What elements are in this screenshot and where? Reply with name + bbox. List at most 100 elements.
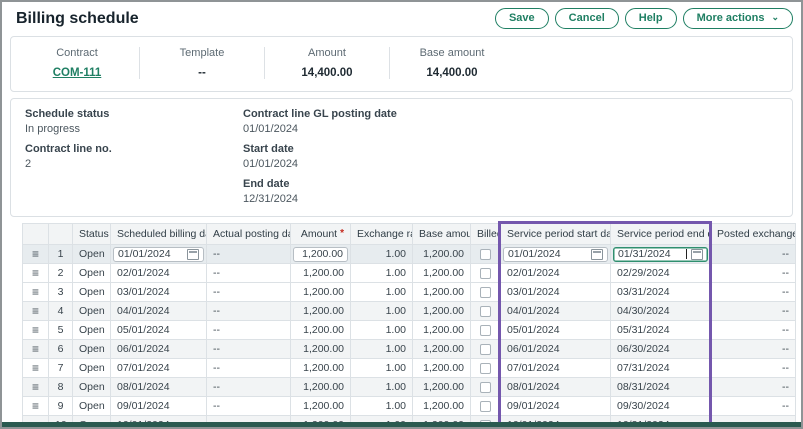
cell-exchange-rate: 1.00 <box>351 283 413 302</box>
template-value: -- <box>146 67 258 79</box>
col-billed: Billed <box>471 224 501 245</box>
cell-status: Open <box>73 245 111 264</box>
col-service-period-end-date: Service period end date <box>611 224 711 245</box>
cell-row-number: 1 <box>49 245 73 264</box>
billed-checkbox[interactable] <box>480 325 491 336</box>
cell-posted-exchange-rate: -- <box>711 245 796 264</box>
cell-billed <box>471 397 501 416</box>
cell-billed <box>471 359 501 378</box>
billed-checkbox[interactable] <box>480 268 491 279</box>
cell-status: Open <box>73 359 111 378</box>
cell-drag-handle: ≡ <box>23 359 49 378</box>
contract-line-no-label: Contract line no. <box>25 143 243 155</box>
cell-drag-handle: ≡ <box>23 397 49 416</box>
summary-contract: Contract COM-111 <box>15 47 139 79</box>
cell-posted-exchange-rate: -- <box>711 378 796 397</box>
drag-handle-icon[interactable]: ≡ <box>32 342 39 356</box>
cancel-button[interactable]: Cancel <box>555 8 619 29</box>
amount-input[interactable]: 1,200.00 <box>293 247 348 262</box>
cell-scheduled-billing-date: 06/01/2024 <box>111 340 207 359</box>
col-exchange-rate: Exchange rate <box>351 224 413 245</box>
drag-handle-icon[interactable]: ≡ <box>32 380 39 394</box>
col-service-period-start-date: Service period start date <box>501 224 611 245</box>
table-row: ≡8Open08/01/2024--1,200.001.001,200.0008… <box>23 378 796 397</box>
cell-service-period-end-date: 09/30/2024 <box>611 397 711 416</box>
billed-checkbox[interactable] <box>480 249 491 260</box>
cell-row-number: 2 <box>49 264 73 283</box>
drag-handle-icon[interactable]: ≡ <box>32 323 39 337</box>
end-date-value: 12/31/2024 <box>243 193 461 205</box>
cell-amount: 1,200.00 <box>291 283 351 302</box>
cell-posted-exchange-rate: -- <box>711 283 796 302</box>
cell-base-amount: 1,200.00 <box>413 397 471 416</box>
base-amount-label: Base amount <box>396 47 508 59</box>
cell-service-period-end-date: 06/30/2024 <box>611 340 711 359</box>
drag-handle-icon[interactable]: ≡ <box>32 361 39 375</box>
cell-service-period-start-date: 07/01/2024 <box>501 359 611 378</box>
cell-exchange-rate: 1.00 <box>351 264 413 283</box>
billed-checkbox[interactable] <box>480 382 491 393</box>
cell-amount: 1,200.00 <box>291 378 351 397</box>
drag-handle-icon[interactable]: ≡ <box>32 247 39 261</box>
drag-handle-icon[interactable]: ≡ <box>32 285 39 299</box>
cell-exchange-rate: 1.00 <box>351 245 413 264</box>
cell-scheduled-billing-date: 05/01/2024 <box>111 321 207 340</box>
cell-actual-posting-date: -- <box>207 359 291 378</box>
cell-exchange-rate: 1.00 <box>351 359 413 378</box>
cell-status: Open <box>73 378 111 397</box>
drag-handle-icon[interactable]: ≡ <box>32 266 39 280</box>
service-period-start-input[interactable]: 01/01/2024 <box>503 247 608 262</box>
cell-base-amount: 1,200.00 <box>413 321 471 340</box>
cell-actual-posting-date: -- <box>207 378 291 397</box>
schedule-details-card: Schedule status In progress Contract lin… <box>10 98 793 217</box>
details-right-column: Contract line GL posting date 01/01/2024… <box>243 108 461 213</box>
cell-exchange-rate: 1.00 <box>351 321 413 340</box>
col-row-number <box>49 224 73 245</box>
more-actions-button[interactable]: More actions⌄ <box>683 8 793 29</box>
cell-scheduled-billing-date: 07/01/2024 <box>111 359 207 378</box>
cell-billed <box>471 340 501 359</box>
page-title: Billing schedule <box>16 10 139 28</box>
cell-scheduled-billing-date: 04/01/2024 <box>111 302 207 321</box>
billed-checkbox[interactable] <box>480 363 491 374</box>
billed-checkbox[interactable] <box>480 401 491 412</box>
calendar-icon[interactable] <box>691 249 703 260</box>
cell-service-period-start-date: 04/01/2024 <box>501 302 611 321</box>
billed-checkbox[interactable] <box>480 306 491 317</box>
cell-scheduled-billing-date: 02/01/2024 <box>111 264 207 283</box>
drag-handle-icon[interactable]: ≡ <box>32 399 39 413</box>
cell-service-period-start-date: 05/01/2024 <box>501 321 611 340</box>
contract-link[interactable]: COM-111 <box>53 67 102 79</box>
cell-drag-handle: ≡ <box>23 321 49 340</box>
footer-bar <box>2 422 801 427</box>
service-period-end-input[interactable]: 01/31/2024 <box>613 247 708 262</box>
col-posted-exchange-rate: Posted exchange rate <box>711 224 796 245</box>
template-label: Template <box>146 47 258 59</box>
cell-base-amount: 1,200.00 <box>413 264 471 283</box>
start-date-value: 01/01/2024 <box>243 158 461 170</box>
calendar-icon[interactable] <box>187 249 199 260</box>
cell-actual-posting-date: -- <box>207 340 291 359</box>
cell-service-period-start-date: 09/01/2024 <box>501 397 611 416</box>
cell-scheduled-billing-date: 09/01/2024 <box>111 397 207 416</box>
summary-base-amount: Base amount 14,400.00 <box>389 47 514 79</box>
scheduled-billing-date-input[interactable]: 01/01/2024 <box>113 247 204 262</box>
table-row: ≡9Open09/01/2024--1,200.001.001,200.0009… <box>23 397 796 416</box>
toolbar: Save Cancel Help More actions⌄ <box>495 8 793 29</box>
cell-base-amount: 1,200.00 <box>413 283 471 302</box>
col-status: Status <box>73 224 111 245</box>
billed-checkbox[interactable] <box>480 344 491 355</box>
cell-billed <box>471 245 501 264</box>
cell-actual-posting-date: -- <box>207 397 291 416</box>
calendar-icon[interactable] <box>591 249 603 260</box>
cell-actual-posting-date: -- <box>207 264 291 283</box>
save-button[interactable]: Save <box>495 8 549 29</box>
cell-billed <box>471 302 501 321</box>
cell-actual-posting-date: -- <box>207 321 291 340</box>
billed-checkbox[interactable] <box>480 287 491 298</box>
table-row: ≡6Open06/01/2024--1,200.001.001,200.0006… <box>23 340 796 359</box>
cell-amount: 1,200.00 <box>291 340 351 359</box>
help-button[interactable]: Help <box>625 8 677 29</box>
drag-handle-icon[interactable]: ≡ <box>32 304 39 318</box>
cell-drag-handle: ≡ <box>23 302 49 321</box>
